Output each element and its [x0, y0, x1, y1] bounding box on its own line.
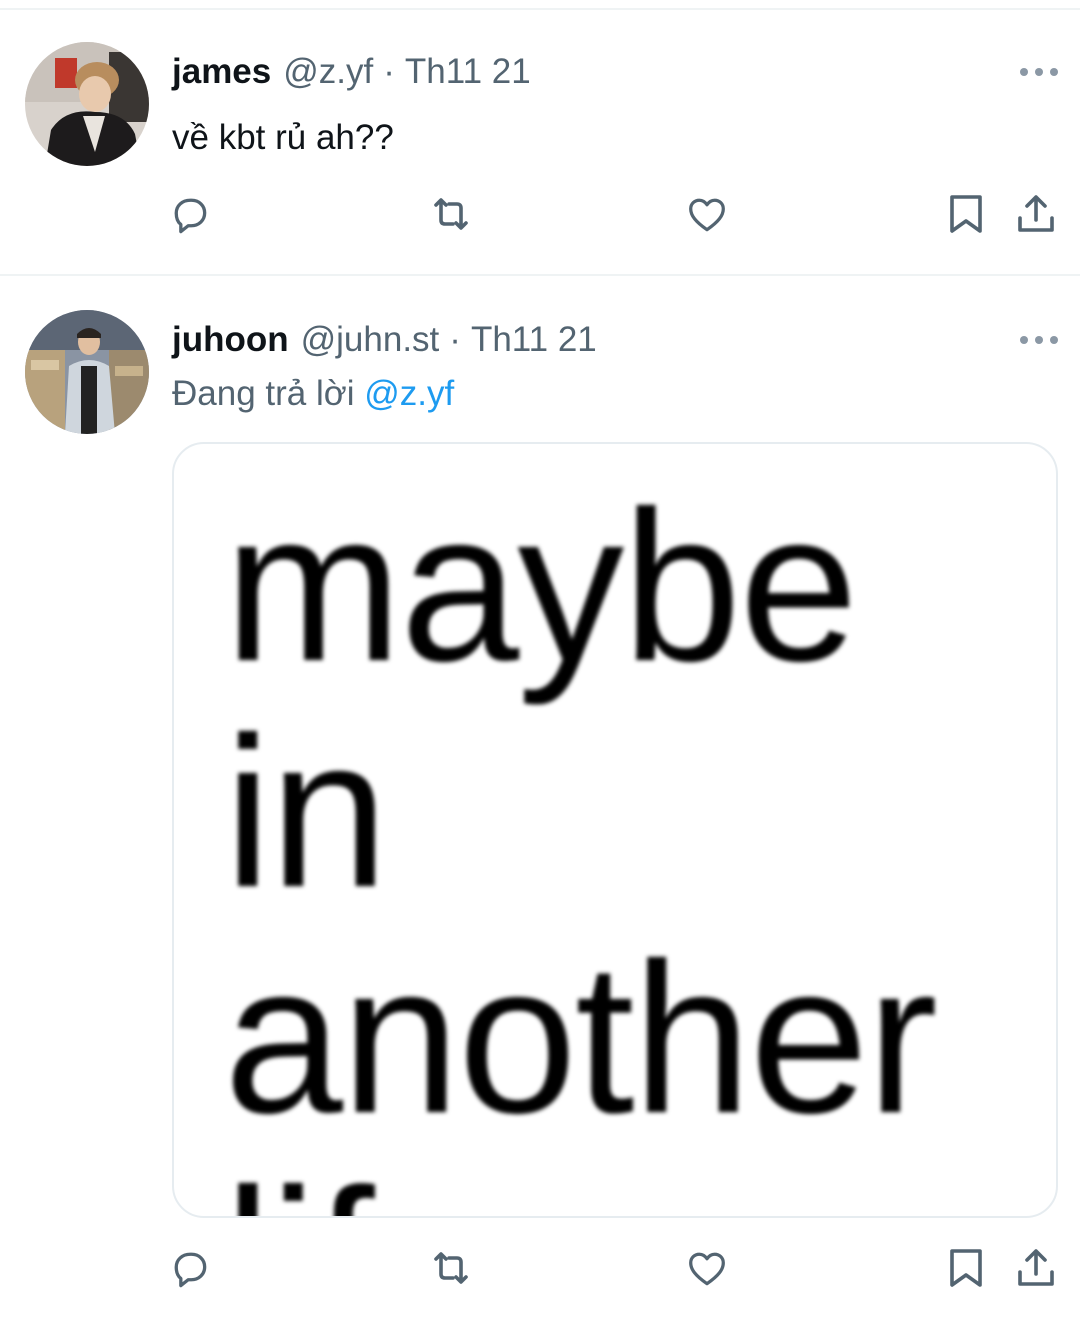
author-name[interactable]: james	[172, 52, 271, 92]
retweet-icon	[434, 198, 468, 230]
tweet-image[interactable]: maybe in another life	[172, 442, 1058, 1218]
avatar[interactable]	[25, 310, 149, 434]
image-text: maybe in another life	[224, 467, 938, 1217]
avatar[interactable]	[25, 42, 149, 166]
share-icon	[1018, 1249, 1054, 1286]
heart-icon	[689, 198, 725, 232]
more-dot	[1035, 336, 1043, 344]
more-options-button[interactable]	[1020, 66, 1058, 78]
more-dot	[1050, 68, 1058, 76]
tweet-actions	[0, 1242, 1080, 1294]
retweet-button[interactable]	[425, 1242, 477, 1294]
more-dot	[1020, 68, 1028, 76]
share-icon	[1018, 195, 1054, 232]
heart-icon	[689, 1252, 725, 1286]
retweet-icon	[434, 1252, 468, 1284]
like-button[interactable]	[681, 188, 733, 240]
retweet-button[interactable]	[425, 188, 477, 240]
tweet-header: james @z.yf · Th11 21	[172, 52, 531, 96]
reply-icon	[174, 1252, 207, 1288]
more-dot	[1035, 68, 1043, 76]
bookmark-button[interactable]	[940, 188, 992, 240]
tweet-actions	[0, 188, 1080, 240]
meta-separator: ·	[449, 320, 461, 359]
profile-photo	[25, 310, 149, 434]
bookmark-icon	[950, 1249, 982, 1287]
more-options-button[interactable]	[1020, 334, 1058, 346]
replying-to: Đang trả lời @z.yf	[172, 374, 454, 414]
author-handle[interactable]: @z.yf	[283, 52, 373, 92]
tweet-james[interactable]: james @z.yf · Th11 21 về kbt rủ ah??	[0, 0, 1080, 276]
replying-to-label: Đang trả lời	[172, 374, 355, 413]
bookmark-icon	[950, 195, 982, 233]
more-dot	[1020, 336, 1028, 344]
tweet-text: về kbt rủ ah??	[172, 118, 394, 157]
author-name[interactable]: juhoon	[172, 320, 289, 360]
share-button[interactable]	[1010, 1242, 1062, 1294]
profile-photo	[25, 42, 149, 166]
bookmark-button[interactable]	[940, 1242, 992, 1294]
mention-link[interactable]: @z.yf	[364, 374, 454, 413]
meta-separator: ·	[383, 52, 395, 91]
tweet-time[interactable]: Th11 21	[405, 52, 531, 92]
tweet-header: juhoon @juhn.st · Th11 21	[172, 320, 597, 364]
like-button[interactable]	[681, 1242, 733, 1294]
reply-button[interactable]	[164, 188, 216, 240]
share-button[interactable]	[1010, 188, 1062, 240]
reply-button[interactable]	[164, 1242, 216, 1294]
tweet-juhoon[interactable]: juhoon @juhn.st · Th11 21 Đang trả lời @…	[0, 276, 1080, 1327]
tweet-time[interactable]: Th11 21	[471, 320, 597, 360]
reply-icon	[174, 198, 207, 234]
more-dot	[1050, 336, 1058, 344]
author-handle[interactable]: @juhn.st	[301, 320, 440, 360]
